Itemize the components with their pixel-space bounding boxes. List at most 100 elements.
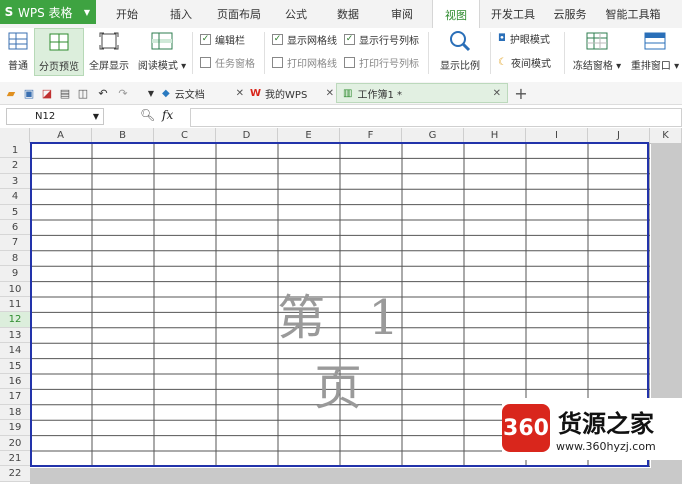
row-header[interactable]: 15 [0, 358, 30, 374]
doc-tab-label: 工作簿1 * [357, 89, 402, 101]
normal-view-icon [8, 30, 28, 52]
chevron-down-icon: ▼ [83, 7, 90, 17]
tab-insert[interactable]: 插入 [158, 0, 204, 28]
freeze-panes-button[interactable]: 冻结窗格 ▾ [570, 30, 624, 72]
tab-formulas[interactable]: 公式 [276, 0, 316, 28]
row-header[interactable]: 3 [0, 173, 30, 190]
doc-tab-workbook1[interactable]: ▥ 工作簿1 * ✕ [336, 83, 508, 103]
tab-view[interactable]: 视图 [432, 0, 480, 29]
print-preview-icon[interactable]: ◫ [76, 86, 90, 100]
tab-review[interactable]: 审阅 [382, 0, 422, 28]
row-header[interactable]: 13 [0, 327, 30, 344]
row-header[interactable]: 19 [0, 420, 30, 436]
column-header[interactable]: G [402, 128, 464, 143]
page-number-watermark: 第 1 页 [277, 290, 413, 416]
reading-mode-button[interactable]: 阅读模式 ▾ [136, 30, 188, 72]
task-pane-checkbox[interactable]: 任务窗格 [200, 54, 255, 70]
night-mode-label: 夜间模式 [510, 58, 551, 70]
logo-title: 货源之家 [558, 410, 654, 438]
print-headers-checkbox[interactable]: 打印行号列标 [344, 54, 419, 70]
column-header[interactable]: K [650, 128, 682, 143]
checkmark-icon: ✓ [200, 33, 211, 45]
new-tab-icon[interactable]: + [514, 84, 528, 103]
column-header[interactable]: B [92, 128, 154, 143]
row-header[interactable]: 22 [0, 466, 30, 482]
eye-mode-label: 护眼模式 [509, 34, 550, 46]
redo-icon[interactable]: ↷ [116, 86, 130, 100]
fullscreen-label: 全屏显示 [89, 61, 129, 72]
open-folder-icon[interactable]: ▰ [4, 86, 18, 100]
normal-view-button[interactable]: 普通 [4, 30, 32, 72]
row-header[interactable]: 21 [0, 451, 30, 467]
column-header[interactable]: E [278, 128, 340, 143]
row-header[interactable]: 18 [0, 404, 30, 421]
column-header[interactable]: A [30, 128, 92, 143]
eye-mode-button[interactable]: ◘ 护眼模式 [498, 30, 550, 46]
edit-bar-checkbox[interactable]: ✓ 编辑栏 [200, 31, 245, 47]
row-header[interactable]: 9 [0, 266, 30, 282]
chevron-down-icon[interactable]: ▼ [93, 112, 99, 121]
row-header[interactable]: 16 [0, 374, 30, 390]
column-header[interactable]: F [340, 128, 402, 143]
print-icon[interactable]: ▤ [58, 86, 72, 100]
fullscreen-button[interactable]: 全屏显示 [86, 30, 132, 72]
name-box[interactable]: N12 ▼ [6, 108, 104, 125]
normal-view-label: 普通 [8, 61, 28, 72]
row-header[interactable]: 11 [0, 297, 30, 313]
select-all-corner[interactable] [0, 128, 30, 143]
rearrange-windows-button[interactable]: 重排窗口 ▾ [628, 30, 682, 72]
column-header[interactable]: C [154, 128, 216, 143]
reading-mode-icon [151, 30, 173, 52]
print-gridlines-checkbox[interactable]: 打印网格线 [272, 54, 337, 70]
row-header[interactable]: 17 [0, 389, 30, 405]
show-gridlines-checkbox[interactable]: ✓ 显示网格线 [272, 31, 337, 47]
row-header[interactable]: 12 [0, 312, 30, 328]
row-header[interactable]: 8 [0, 250, 30, 267]
ribbon-divider [192, 32, 193, 74]
row-header[interactable]: 7 [0, 235, 30, 251]
row-header[interactable]: 10 [0, 281, 30, 297]
show-headers-checkbox[interactable]: ✓ 显示行号列标 [344, 31, 419, 47]
row-header[interactable]: 6 [0, 220, 30, 236]
ribbon-divider [490, 32, 491, 74]
tab-home[interactable]: 开始 [104, 0, 150, 28]
row-header[interactable]: 2 [0, 158, 30, 174]
non-print-area [30, 468, 651, 484]
page-break-preview-label: 分页预览 [39, 62, 79, 73]
more-tabs-icon[interactable]: ▼ [144, 86, 158, 100]
night-mode-button[interactable]: ☾ 夜间模式 [498, 54, 551, 70]
tab-developer[interactable]: 开发工具 [484, 0, 542, 28]
row-header[interactable]: 14 [0, 343, 30, 359]
close-icon[interactable]: ✕ [236, 88, 244, 99]
tab-data[interactable]: 数据 [328, 0, 368, 28]
row-header[interactable]: 1 [0, 143, 30, 159]
wps-logo-icon: S [4, 5, 14, 19]
freeze-panes-label: 冻结窗格 ▾ [572, 61, 622, 72]
page-break-preview-button[interactable]: 分页预览 [34, 28, 84, 76]
doc-tab-my-wps[interactable]: W 我的WPS ✕ [250, 83, 334, 103]
ribbon-divider [264, 32, 265, 74]
tab-smart-toolbox[interactable]: 智能工具箱 [600, 0, 666, 28]
column-header[interactable]: H [464, 128, 526, 143]
tab-page-layout[interactable]: 页面布局 [210, 0, 268, 28]
app-menu-button[interactable]: S WPS 表格 ▼ [0, 0, 96, 24]
column-header[interactable]: D [216, 128, 278, 143]
export-pdf-icon[interactable]: ◪ [40, 86, 54, 100]
close-icon[interactable]: ✕ [493, 88, 501, 99]
formula-input[interactable] [190, 108, 682, 127]
row-header[interactable]: 5 [0, 204, 30, 220]
doc-tab-cloud[interactable]: ◆ 云文档 ✕ [162, 83, 244, 103]
row-header[interactable]: 4 [0, 189, 30, 205]
zoom-button[interactable]: 显示比例 [436, 30, 484, 72]
save-icon[interactable]: ▣ [22, 86, 36, 100]
doc-tab-label: 云文档 [174, 89, 205, 101]
function-icon[interactable]: fx [162, 108, 173, 122]
magnifier-icon[interactable]: 🔍︎ [140, 108, 155, 122]
close-icon[interactable]: ✕ [326, 88, 334, 99]
tab-cloud-services[interactable]: 云服务 [548, 0, 592, 28]
app-title: WPS 表格 [18, 5, 73, 20]
undo-icon[interactable]: ↶ [96, 86, 110, 100]
column-header[interactable]: J [588, 128, 650, 143]
column-header[interactable]: I [526, 128, 588, 143]
row-header[interactable]: 20 [0, 435, 30, 451]
